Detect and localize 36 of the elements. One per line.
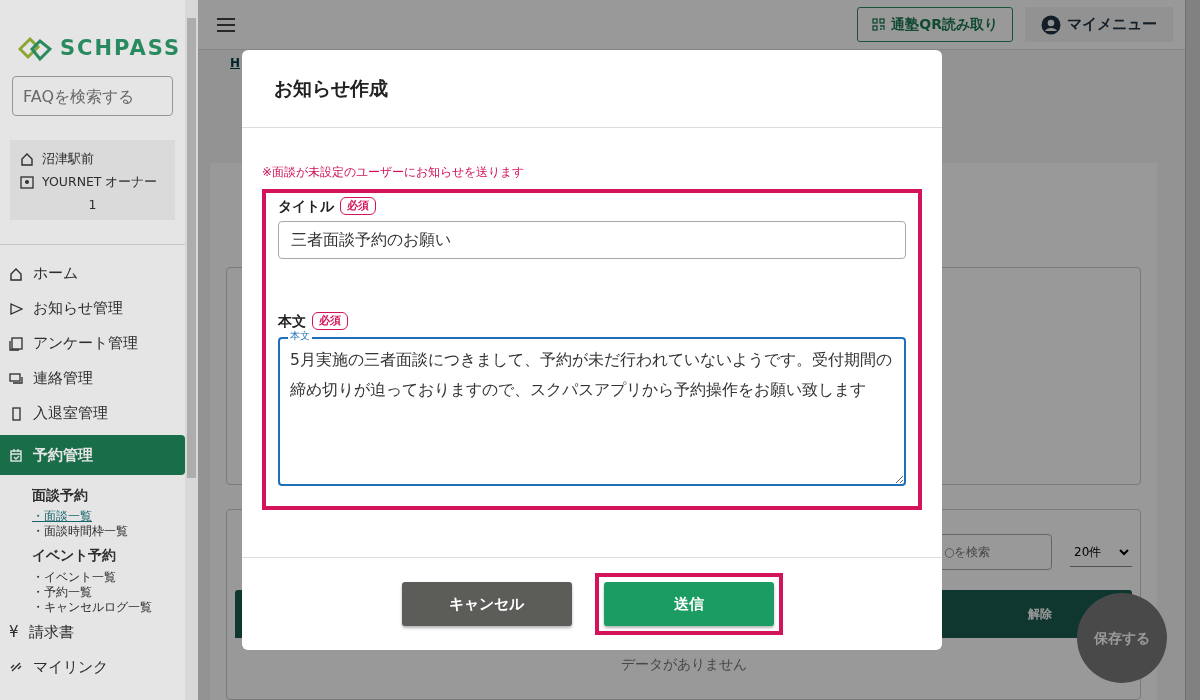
nav-item[interactable]: 入退室管理: [0, 396, 185, 431]
submenu-heading: イベント予約: [32, 546, 117, 566]
nav-item[interactable]: 予約管理: [0, 435, 185, 475]
submenu-heading: 面談予約: [32, 486, 89, 505]
my-menu-button[interactable]: マイメニュー: [1025, 7, 1173, 42]
title-field[interactable]: 三者面談予約のお願い: [278, 221, 906, 260]
qr-scan-button[interactable]: 通塾QR読み取り: [857, 7, 1013, 42]
required-badge: 必須: [340, 197, 376, 216]
submenu-link[interactable]: ・面談時間枠一覧: [32, 524, 185, 540]
faq-search-field[interactable]: FAQを検索する: [12, 76, 173, 116]
send-button[interactable]: 送信: [603, 582, 774, 626]
nav-item[interactable]: 連絡管理: [0, 361, 185, 396]
submenu-link[interactable]: ・予約一覧: [32, 584, 185, 600]
logo-text: SCHPASS: [60, 35, 182, 63]
submenu-link[interactable]: ・キャンセルログ一覧: [32, 599, 185, 615]
yen-icon: ¥: [9, 620, 19, 644]
nav-item[interactable]: ホーム: [0, 256, 185, 291]
submenu-link[interactable]: ・面談一覧: [32, 509, 185, 525]
submenu-link[interactable]: ・イベント一覧: [32, 569, 185, 585]
nav-item[interactable]: マイリンク: [0, 649, 185, 685]
school-name: 沼津駅前: [42, 150, 94, 168]
user-number: 1: [88, 196, 97, 212]
nav-item[interactable]: お知らせ管理: [0, 291, 185, 326]
required-badge: 必須: [312, 312, 348, 331]
field-label: 本文: [278, 312, 306, 331]
empty-message: データがありません: [620, 656, 747, 672]
nav-item[interactable]: アンケート管理: [0, 326, 185, 361]
user-name: YOURNET オーナー: [42, 172, 158, 191]
field-label: タイトル: [278, 197, 334, 216]
modal-title: お知らせ作成: [274, 77, 388, 100]
notice-text: ※面談が未設定のユーザーにお知らせを送ります: [262, 165, 525, 179]
nav-item[interactable]: ¥ 請求書: [0, 614, 185, 650]
cancel-button[interactable]: キャンセル: [401, 582, 572, 626]
breadcrumb-link[interactable]: H: [230, 54, 241, 72]
column-header: 解除: [1028, 606, 1052, 623]
floating-label: 本文: [288, 329, 312, 342]
